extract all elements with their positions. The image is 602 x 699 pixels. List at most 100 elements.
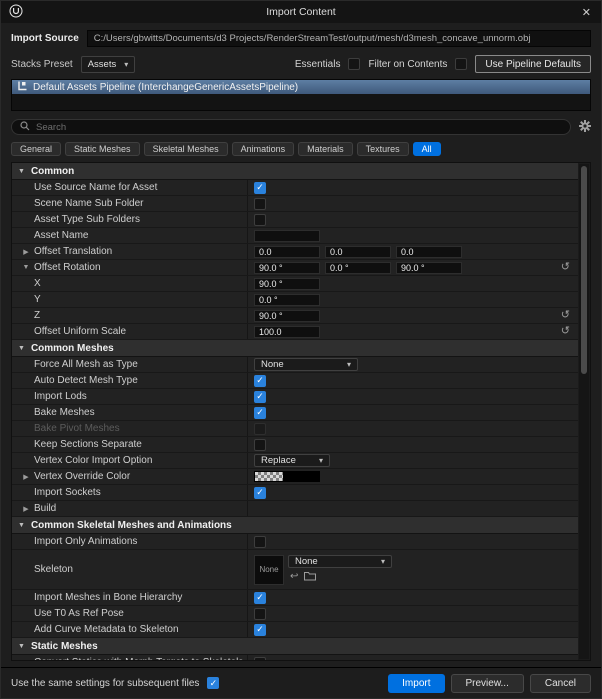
property-label: Convert Statics with Morph Targets to Sk… <box>34 657 243 660</box>
unreal-logo-icon <box>9 4 23 21</box>
tab-textures[interactable]: Textures <box>356 142 409 156</box>
property-label: Use T0 As Ref Pose <box>34 608 124 619</box>
rotation-z-field[interactable]: 90.0 ° <box>254 309 320 322</box>
chevron-down-icon: ▾ <box>124 59 129 69</box>
reset-to-default-icon[interactable]: ↺ <box>561 310 570 321</box>
property-label: Bake Pivot Meshes <box>34 423 120 434</box>
filter-on-contents-checkbox[interactable]: ✓ <box>455 58 468 70</box>
offset-uniform-scale-field[interactable]: 100.0 <box>254 325 320 338</box>
scene-name-sub-folder-checkbox[interactable]: ✓ <box>254 197 266 210</box>
row-import-sockets: Import Sockets ✓ <box>12 485 578 501</box>
import-button[interactable]: Import <box>388 673 445 693</box>
section-header-static-meshes[interactable]: ▼ Static Meshes <box>12 638 578 655</box>
pipeline-list-item-selected[interactable]: Default Assets Pipeline (InterchangeGene… <box>12 80 590 94</box>
offset-rotation-x-field[interactable]: 90.0 ° <box>254 261 320 274</box>
offset-translation-x-field[interactable]: 0.0 <box>254 245 320 258</box>
search-input[interactable] <box>36 121 562 133</box>
same-settings-label: Use the same settings for subsequent fil… <box>11 677 200 689</box>
section-header-skeletal[interactable]: ▼ Common Skeletal Meshes and Animations <box>12 517 578 534</box>
expander-closed-icon[interactable]: ▶ <box>20 505 32 513</box>
dropdown-value: Replace <box>261 455 296 466</box>
tab-animations[interactable]: Animations <box>231 142 295 156</box>
stacks-preset-dropdown[interactable]: Assets ▾ <box>80 55 136 73</box>
footer-bar: Use the same settings for subsequent fil… <box>1 667 601 698</box>
tab-static-meshes[interactable]: Static Meshes <box>65 142 140 156</box>
scrollbar-thumb[interactable] <box>581 166 587 374</box>
convert-statics-checkbox[interactable]: ✓ <box>254 656 266 660</box>
import-source-field[interactable] <box>86 30 591 47</box>
tab-skeletal-meshes[interactable]: Skeletal Meshes <box>143 142 228 156</box>
section-header-common[interactable]: ▼ Common <box>12 163 578 180</box>
cancel-button[interactable]: Cancel <box>529 673 591 693</box>
skeleton-dropdown[interactable]: None ▾ <box>288 554 392 568</box>
asset-type-sub-folders-checkbox[interactable]: ✓ <box>254 213 266 226</box>
property-label: Z <box>34 310 41 321</box>
offset-rotation-y-field[interactable]: 0.0 ° <box>325 261 391 274</box>
import-sockets-checkbox[interactable]: ✓ <box>254 486 266 499</box>
bake-meshes-checkbox[interactable]: ✓ <box>254 406 266 419</box>
use-selected-asset-icon[interactable]: ↩ <box>290 572 298 582</box>
expander-open-icon[interactable]: ▼ <box>18 522 25 529</box>
reset-to-default-icon[interactable]: ↺ <box>561 262 570 273</box>
offset-translation-y-field[interactable]: 0.0 <box>325 245 391 258</box>
use-t0-as-ref-pose-checkbox[interactable]: ✓ <box>254 607 266 620</box>
offset-translation-z-field[interactable]: 0.0 <box>396 245 462 258</box>
row-asset-type-sub-folders: Asset Type Sub Folders ✓ <box>12 212 578 228</box>
row-use-t0-as-ref-pose: Use T0 As Ref Pose ✓ <box>12 606 578 622</box>
color-alpha-checker <box>255 472 283 481</box>
rotation-y-field[interactable]: 0.0 ° <box>254 293 320 306</box>
asset-name-field[interactable] <box>254 229 320 242</box>
property-label: Use Source Name for Asset <box>34 182 158 193</box>
search-row <box>11 119 591 135</box>
filter-on-contents-label: Filter on Contents <box>368 58 448 70</box>
search-box[interactable] <box>11 119 571 135</box>
settings-gear-icon[interactable] <box>579 119 591 135</box>
auto-detect-mesh-type-checkbox[interactable]: ✓ <box>254 374 266 387</box>
pipeline-item-label: Default Assets Pipeline (InterchangeGene… <box>33 81 299 93</box>
import-content-dialog: Import Content ✕ Import Source Stacks Pr… <box>0 0 602 699</box>
close-icon[interactable]: ✕ <box>580 6 593 19</box>
offset-rotation-z-field[interactable]: 90.0 ° <box>396 261 462 274</box>
vertex-override-color-swatch[interactable] <box>254 471 320 482</box>
property-label: Keep Sections Separate <box>34 439 142 450</box>
property-label: Asset Name <box>34 230 89 241</box>
tab-materials[interactable]: Materials <box>298 142 353 156</box>
section-header-common-meshes[interactable]: ▼ Common Meshes <box>12 340 578 357</box>
row-import-lods: Import Lods ✓ <box>12 389 578 405</box>
tab-all[interactable]: All <box>412 142 441 156</box>
check-icon: ✓ <box>256 487 264 497</box>
expander-open-icon[interactable]: ▼ <box>20 264 32 271</box>
use-source-name-checkbox[interactable]: ✓ <box>254 181 266 194</box>
vertex-color-import-option-dropdown[interactable]: Replace ▾ <box>254 454 330 467</box>
keep-sections-separate-checkbox[interactable]: ✓ <box>254 438 266 451</box>
essentials-checkbox[interactable]: ✓ <box>348 58 361 70</box>
reset-to-default-icon[interactable]: ↺ <box>561 326 570 337</box>
add-curve-metadata-to-skeleton-checkbox[interactable]: ✓ <box>254 623 266 636</box>
titlebar: Import Content ✕ <box>1 1 601 23</box>
import-only-animations-checkbox[interactable]: ✓ <box>254 535 266 548</box>
pipeline-icon <box>17 81 27 94</box>
row-bake-meshes: Bake Meshes ✓ <box>12 405 578 421</box>
import-lods-checkbox[interactable]: ✓ <box>254 390 266 403</box>
chevron-down-icon: ▾ <box>318 456 323 465</box>
property-label: Vertex Color Import Option <box>34 455 153 466</box>
expander-open-icon[interactable]: ▼ <box>18 345 25 352</box>
property-label: Offset Rotation <box>34 262 101 273</box>
browse-to-asset-icon[interactable] <box>304 571 317 584</box>
vertical-scrollbar[interactable] <box>579 164 589 659</box>
tab-general[interactable]: General <box>11 142 62 156</box>
use-pipeline-defaults-button[interactable]: Use Pipeline Defaults <box>475 55 591 73</box>
rotation-x-field[interactable]: 90.0 ° <box>254 277 320 290</box>
expander-closed-icon[interactable]: ▶ <box>20 473 32 481</box>
import-meshes-in-bone-hierarchy-checkbox[interactable]: ✓ <box>254 591 266 604</box>
chevron-down-icon: ▾ <box>380 556 385 566</box>
expander-closed-icon[interactable]: ▶ <box>20 248 32 256</box>
expander-open-icon[interactable]: ▼ <box>18 168 25 175</box>
essentials-label: Essentials <box>294 58 341 70</box>
force-all-mesh-as-type-dropdown[interactable]: None ▾ <box>254 358 358 371</box>
check-icon: ✓ <box>256 182 264 192</box>
expander-open-icon[interactable]: ▼ <box>18 643 25 650</box>
skeleton-thumbnail[interactable]: None <box>254 554 284 585</box>
preview-button[interactable]: Preview... <box>450 673 524 693</box>
same-settings-checkbox[interactable]: ✓ <box>207 677 220 689</box>
